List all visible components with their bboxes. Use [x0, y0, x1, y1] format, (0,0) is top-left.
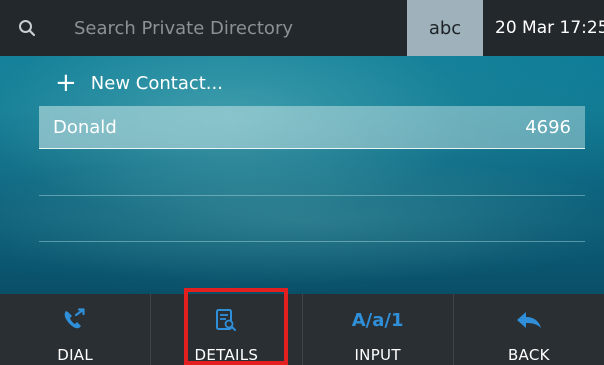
background-glow-lower: [0, 150, 604, 290]
softkey-bar: DIAL DETAILS A/a/1 INPUT BACK: [0, 294, 604, 365]
details-label: DETAILS: [194, 346, 259, 364]
input-mode-label: abc: [428, 17, 462, 39]
contact-number: 4696: [525, 116, 571, 138]
new-contact-item[interactable]: + New Contact...: [55, 70, 223, 96]
input-label: INPUT: [354, 346, 401, 364]
contact-name: Donald: [53, 116, 117, 138]
date-time: 20 Mar 17:25: [483, 0, 604, 56]
list-divider: [39, 195, 585, 196]
input-softkey[interactable]: A/a/1 INPUT: [303, 294, 454, 365]
input-mode-indicator[interactable]: abc: [407, 0, 483, 56]
input-mode-icon: A/a/1: [351, 309, 404, 331]
search-button[interactable]: [0, 0, 54, 56]
search-placeholder: Search Private Directory: [74, 17, 293, 39]
dial-label: DIAL: [57, 346, 94, 364]
date-time-label: 20 Mar 17:25: [495, 18, 604, 38]
search-input[interactable]: Search Private Directory: [54, 0, 407, 56]
new-contact-label: New Contact...: [90, 72, 223, 94]
back-label: BACK: [507, 346, 550, 364]
dial-softkey[interactable]: DIAL: [0, 294, 152, 365]
phone-call-icon: [64, 308, 85, 329]
contact-details-icon: [216, 309, 237, 331]
plus-icon: +: [55, 68, 77, 98]
back-softkey[interactable]: BACK: [454, 294, 604, 365]
list-divider: [39, 241, 585, 242]
phone-screen: Search Private Directory abc 20 Mar 17:2…: [0, 0, 604, 365]
details-softkey[interactable]: DETAILS: [151, 294, 303, 365]
back-arrow-icon: [516, 312, 541, 328]
search-icon: [19, 20, 36, 37]
top-bar: Search Private Directory abc 20 Mar 17:2…: [0, 0, 604, 56]
contact-row[interactable]: Donald 4696: [39, 106, 585, 149]
